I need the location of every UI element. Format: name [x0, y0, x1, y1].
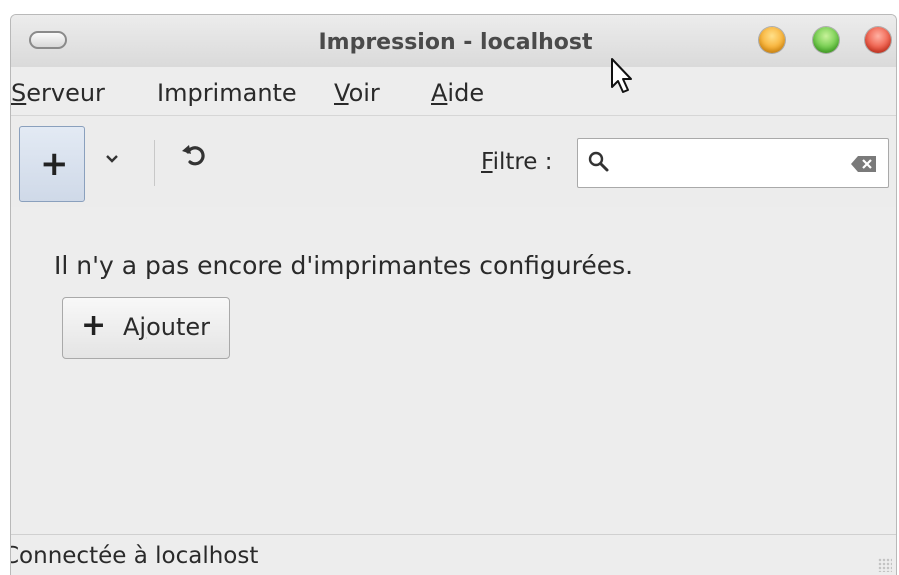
menu-aide[interactable]: Aide: [431, 79, 484, 107]
toolbar-separator: [154, 140, 155, 186]
plus-icon: +: [81, 308, 107, 343]
filter-label-mnemonic: F: [481, 149, 493, 175]
menu-serveur-mnemonic: S: [11, 79, 27, 107]
toolbar: + Filtre :: [11, 115, 896, 209]
menu-aide-mnemonic: A: [431, 79, 448, 107]
filter-label-text: iltre :: [492, 149, 553, 175]
menu-imprimante[interactable]: Imprimante: [157, 79, 297, 107]
printer-list-area: Il n'y a pas encore d'imprimantes config…: [11, 207, 896, 534]
chevron-down-icon[interactable]: [105, 148, 119, 169]
resize-grip[interactable]: [878, 558, 892, 572]
plus-icon: +: [40, 144, 69, 184]
add-label-post: outer: [146, 313, 211, 341]
clear-text-icon[interactable]: [850, 154, 878, 174]
menu-serveur[interactable]: Serveur: [11, 79, 105, 107]
add-printer-toolbar-button[interactable]: +: [19, 126, 85, 202]
filter-label: Filtre :: [481, 149, 553, 175]
minimize-button[interactable]: [759, 27, 785, 53]
menu-aide-label: ide: [447, 79, 485, 107]
refresh-icon[interactable]: [179, 140, 209, 177]
filter-input[interactable]: [618, 147, 842, 181]
menu-bar: Serveur Imprimante Voir Aide: [11, 67, 896, 115]
menu-voir[interactable]: Voir: [334, 79, 380, 107]
status-bar: Connectée à localhost: [11, 534, 896, 575]
empty-message: Il n'y a pas encore d'imprimantes config…: [54, 251, 634, 280]
menu-serveur-label: erveur: [26, 79, 105, 107]
add-button-label: Ajouter: [123, 313, 210, 341]
add-printer-button[interactable]: + Ajouter: [62, 297, 230, 359]
search-icon: [588, 151, 610, 173]
add-label-pre: A: [123, 313, 140, 341]
menu-imprimante-label: Imprimante: [157, 79, 297, 107]
filter-field[interactable]: [577, 138, 889, 188]
menu-voir-label: oir: [348, 79, 380, 107]
printer-window: Impression - localhost Serveur Imprimant…: [10, 14, 897, 575]
title-bar[interactable]: Impression - localhost: [11, 15, 896, 67]
close-button[interactable]: [865, 27, 891, 53]
status-text: Connectée à localhost: [10, 543, 259, 569]
menu-voir-mnemonic: V: [334, 79, 349, 107]
mouse-pointer-icon: [609, 57, 635, 97]
maximize-button[interactable]: [813, 27, 839, 53]
